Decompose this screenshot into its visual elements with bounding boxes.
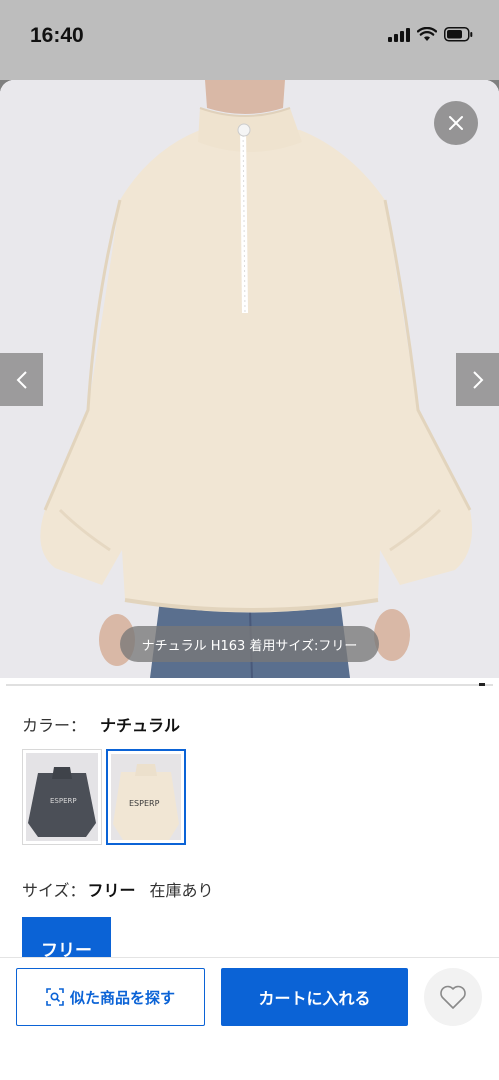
- svg-text:ESPERP: ESPERP: [129, 799, 160, 808]
- svg-text:ESPERP: ESPERP: [50, 797, 77, 805]
- close-icon: [449, 116, 463, 130]
- color-swatch-charcoal[interactable]: ESPERP: [22, 749, 102, 845]
- favorite-button[interactable]: [424, 968, 482, 1026]
- swatch-natural-image: ESPERP: [111, 754, 181, 840]
- product-image: [0, 80, 499, 678]
- product-photo[interactable]: ナチュラル H163 着用サイズ:フリー: [0, 80, 499, 678]
- size-label: サイズ：: [22, 881, 86, 900]
- color-label: カラー：: [22, 716, 87, 735]
- find-similar-label: 似た商品を探す: [69, 988, 175, 1007]
- close-button[interactable]: [434, 101, 478, 145]
- product-sheet: ナチュラル H163 着用サイズ:フリー カラー： ナチュラル ESPERP E…: [0, 80, 499, 1080]
- color-swatch-natural[interactable]: ESPERP: [106, 749, 186, 845]
- swatch-charcoal-image: ESPERP: [26, 753, 98, 841]
- size-value: フリー: [87, 881, 136, 900]
- image-search-icon: [46, 988, 64, 1006]
- bottom-action-bar: 似た商品を探す カートに入れる: [0, 957, 499, 1080]
- prev-image-button[interactable]: [0, 353, 43, 406]
- wifi-icon: [417, 27, 437, 42]
- gallery-scroll-indicator: [6, 683, 493, 686]
- size-row: サイズ： フリー 在庫あり: [22, 877, 214, 901]
- status-time: 16:40: [30, 24, 84, 47]
- color-row: カラー： ナチュラル: [22, 712, 180, 736]
- signal-icon: [388, 27, 410, 42]
- stock-status: 在庫あり: [149, 881, 214, 900]
- find-similar-button[interactable]: 似た商品を探す: [16, 968, 205, 1026]
- chevron-right-icon: [472, 370, 483, 389]
- chevron-left-icon: [16, 370, 27, 389]
- status-icons: [388, 27, 473, 42]
- heart-icon: [440, 985, 466, 1009]
- status-bar: 16:40: [0, 0, 499, 80]
- scroll-thumb: [479, 683, 485, 686]
- image-caption: ナチュラル H163 着用サイズ:フリー: [120, 626, 379, 662]
- add-to-cart-button[interactable]: カートに入れる: [221, 968, 408, 1026]
- next-image-button[interactable]: [456, 353, 499, 406]
- color-value: ナチュラル: [100, 716, 181, 735]
- battery-icon: [444, 27, 473, 42]
